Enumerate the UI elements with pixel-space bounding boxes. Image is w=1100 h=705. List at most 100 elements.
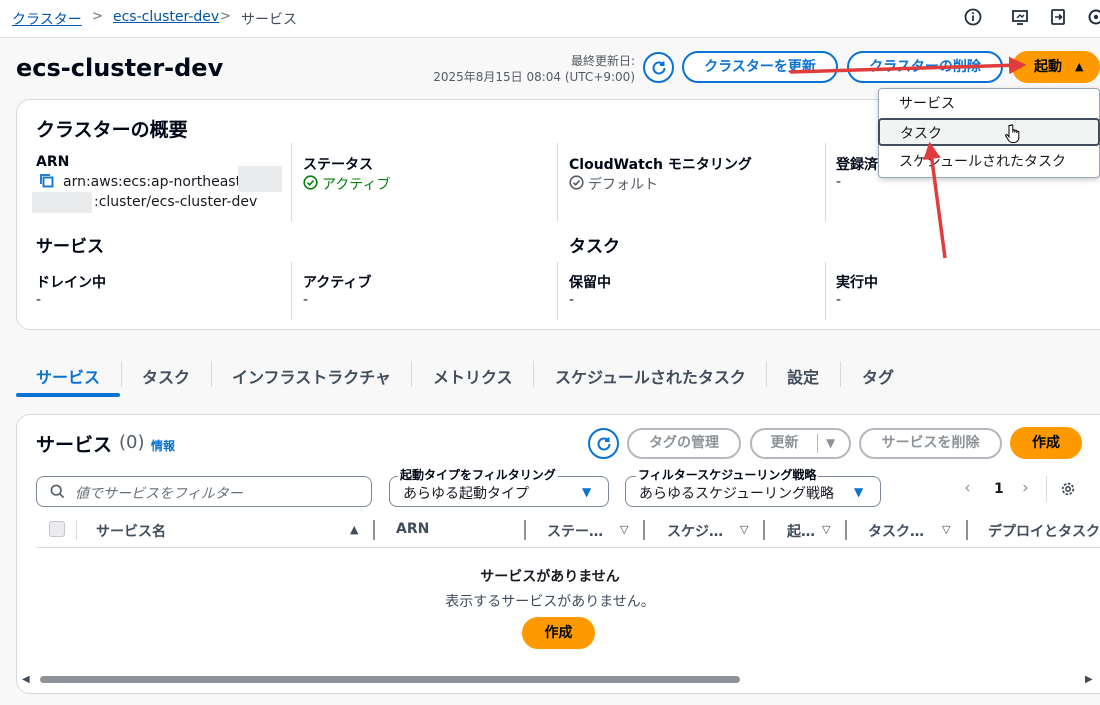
tab-separator [121, 361, 122, 387]
column-deployments[interactable]: デプロイとタスク [988, 521, 1100, 541]
caret-down-icon[interactable]: ▽ [620, 523, 628, 536]
manage-tags-button[interactable]: タグの管理 [627, 428, 741, 459]
column-resizer[interactable] [966, 520, 968, 540]
breadcrumb-cluster[interactable]: ecs-cluster-dev [113, 9, 219, 25]
refresh-cluster-button[interactable] [643, 52, 674, 83]
last-updated-label: 最終更新日: [570, 54, 635, 68]
caret-down-icon[interactable]: ▼ [826, 430, 835, 457]
search-icon [50, 484, 65, 499]
cloudwatch-value: デフォルト [588, 177, 658, 193]
scroll-left-icon[interactable]: ◀ [22, 674, 30, 685]
tab-metrics[interactable]: メトリクス [433, 364, 513, 388]
screen-icon[interactable] [1010, 8, 1030, 28]
launch-button-label: 起動 [1034, 59, 1062, 75]
chevron-left-icon[interactable]: ‹ [964, 478, 971, 498]
last-updated-time: 2025年8月15日 08:04 (UTC+9:00) [433, 70, 635, 84]
column-divider [825, 262, 826, 320]
active-services-label: アクティブ [303, 275, 372, 291]
menu-item-task[interactable]: タスク [878, 118, 1100, 146]
column-divider [557, 262, 558, 320]
empty-state-description: 表示するサービスがありません。 [445, 594, 655, 610]
pagination-divider [1046, 476, 1047, 502]
services-count: (0) [119, 432, 145, 453]
column-divider [825, 143, 826, 221]
running-value: - [836, 292, 842, 308]
table-header-border [36, 547, 1100, 548]
info-link[interactable]: 情報 [151, 437, 175, 454]
tab-separator [411, 361, 412, 387]
tab-services[interactable]: サービス [36, 364, 100, 388]
pending-value: - [569, 292, 575, 308]
launch-button[interactable]: 起動 ▲ [1012, 51, 1100, 83]
draining-value: - [36, 292, 42, 308]
tab-tags[interactable]: タグ [862, 364, 894, 388]
overview-title: クラスターの概要 [36, 119, 188, 141]
settings-icon[interactable] [1086, 8, 1100, 28]
caret-down-icon[interactable]: ▽ [942, 523, 950, 536]
page-title: ecs-cluster-dev [16, 54, 224, 82]
gear-icon[interactable] [1060, 481, 1076, 497]
tab-separator [211, 361, 212, 387]
select-all-checkbox[interactable] [49, 521, 65, 537]
menu-item-service[interactable]: サービス [879, 90, 1099, 118]
tab-scheduled-tasks[interactable]: スケジュールされたタスク [555, 364, 746, 388]
delete-cluster-button[interactable]: クラスターの削除 [847, 51, 1003, 83]
check-circle-icon [569, 175, 584, 190]
draining-label: ドレイン中 [36, 275, 106, 291]
breadcrumb-clusters[interactable]: クラスター [12, 9, 82, 29]
menu-item-scheduled-task[interactable]: スケジュールされたタスク [879, 148, 1099, 176]
services-panel-title: サービス [36, 434, 113, 456]
scheduling-strategy-value: あらゆるスケジューリング戦略 [639, 486, 835, 502]
redacted-account-id [32, 192, 92, 213]
update-service-button[interactable]: 更新 ▼ [750, 428, 851, 459]
column-resizer[interactable] [373, 520, 375, 540]
update-cluster-button[interactable]: クラスターを更新 [682, 51, 838, 83]
column-service-name[interactable]: サービス名 [96, 521, 166, 541]
tab-tasks[interactable]: タスク [142, 364, 190, 388]
column-resizer[interactable] [643, 520, 645, 540]
refresh-services-button[interactable] [588, 428, 619, 459]
column-divider [557, 143, 558, 221]
copy-icon[interactable] [39, 173, 55, 189]
column-divider [291, 262, 292, 320]
column-resizer[interactable] [524, 520, 526, 540]
registered-label: 登録済 [836, 157, 878, 173]
delete-service-button[interactable]: サービスを削除 [859, 428, 1002, 459]
tab-infrastructure[interactable]: インフラストラクチャ [232, 364, 391, 388]
column-arn[interactable]: ARN [396, 521, 429, 537]
column-resizer[interactable] [763, 520, 765, 540]
column-status[interactable]: ステー… [547, 521, 603, 541]
column-divider [291, 143, 292, 221]
tab-configuration[interactable]: 設定 [787, 364, 819, 388]
export-icon[interactable] [1048, 8, 1068, 28]
scheduling-strategy-label: フィルタースケジューリング戦略 [636, 466, 819, 483]
scrollbar-thumb[interactable] [40, 676, 740, 683]
caret-down-icon[interactable]: ▽ [740, 523, 748, 536]
empty-create-button[interactable]: 作成 [522, 617, 595, 649]
arn-value-line2: :cluster/ecs-cluster-dev [94, 194, 258, 210]
breadcrumb-separator: > [220, 9, 231, 24]
page-number[interactable]: 1 [994, 481, 1004, 497]
top-bar: クラスター > ecs-cluster-dev > サービス [0, 0, 1100, 38]
scroll-right-icon[interactable]: ▶ [1085, 674, 1093, 685]
filter-placeholder: 値でサービスをフィルター [75, 486, 243, 502]
caret-up-icon: ▲ [1075, 60, 1084, 73]
column-resizer[interactable] [845, 520, 847, 540]
service-filter-input[interactable]: 値でサービスをフィルター [36, 476, 372, 507]
tab-separator [766, 361, 767, 387]
chevron-right-icon[interactable]: › [1022, 478, 1029, 498]
create-service-button[interactable]: 作成 [1010, 427, 1082, 459]
launch-type-filter-label: 起動タイプをフィルタリング [398, 466, 558, 483]
breadcrumb-current: サービス [241, 12, 297, 28]
caret-down-icon: ▼ [854, 485, 864, 499]
registered-value: - [836, 174, 842, 190]
column-task-definition[interactable]: タスク… [868, 521, 924, 541]
pending-label: 保留中 [569, 275, 611, 291]
sort-up-icon[interactable]: ▲ [350, 523, 358, 536]
info-icon[interactable] [963, 8, 983, 28]
refresh-icon [597, 437, 611, 451]
tab-separator [533, 361, 534, 387]
caret-down-icon[interactable]: ▽ [822, 523, 830, 536]
column-launch-type[interactable]: 起… [787, 521, 815, 541]
column-scheduling[interactable]: スケジ… [667, 521, 723, 541]
